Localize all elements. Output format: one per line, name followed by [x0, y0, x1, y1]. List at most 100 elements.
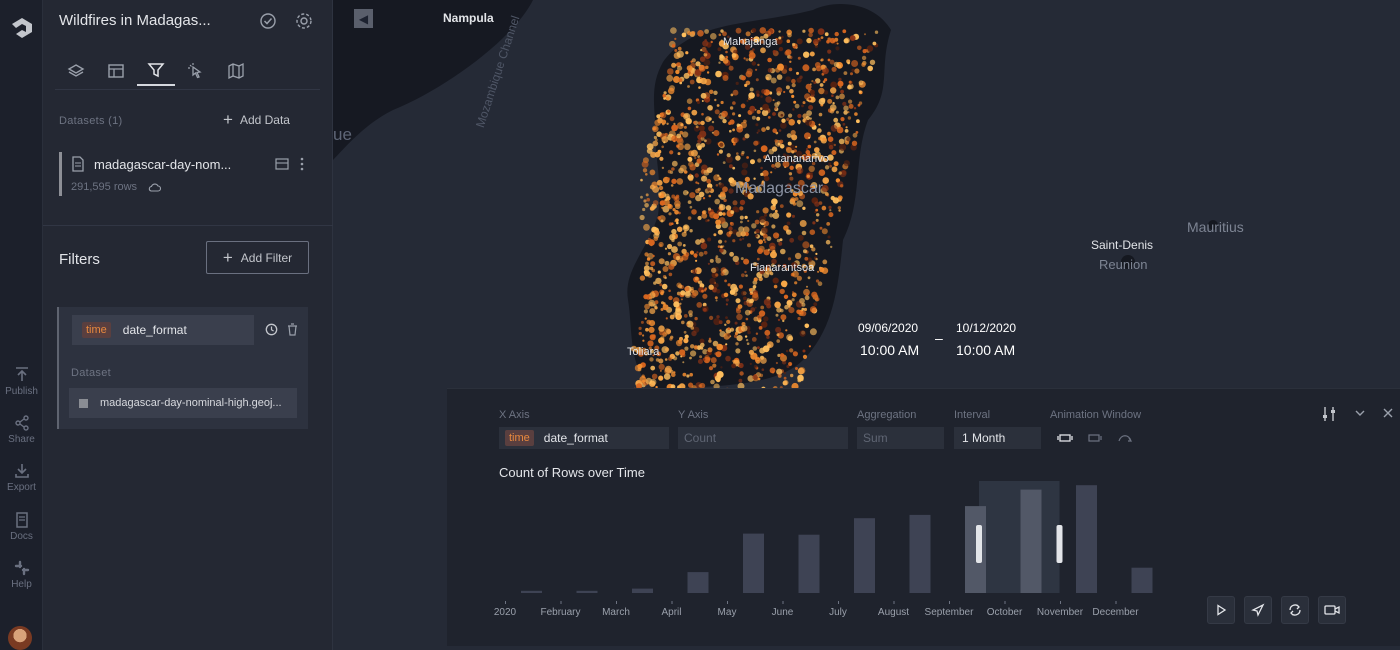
fire-point — [681, 32, 687, 38]
user-avatar[interactable] — [8, 626, 32, 650]
tab-interactions[interactable] — [177, 56, 215, 86]
tab-basemap[interactable] — [217, 56, 255, 86]
rail-share[interactable]: Share — [0, 414, 43, 445]
fire-point — [676, 314, 682, 320]
fire-point — [680, 298, 683, 301]
fire-point — [709, 315, 714, 320]
fire-point — [707, 105, 713, 111]
fire-point — [751, 223, 757, 229]
fire-point — [727, 327, 731, 330]
fire-point — [837, 195, 843, 201]
fire-point — [839, 143, 847, 151]
fire-point — [827, 131, 831, 136]
fire-point — [740, 220, 743, 224]
fire-point — [715, 377, 721, 383]
fire-point — [673, 356, 678, 361]
fire-point — [780, 308, 784, 313]
fire-point — [767, 248, 771, 251]
record-video-button[interactable] — [1318, 596, 1346, 624]
fire-point — [698, 251, 704, 257]
map-label-madagascar: Madagascar — [735, 180, 824, 197]
fire-point — [702, 197, 706, 200]
fire-point — [654, 119, 661, 126]
filter-dataset-select[interactable]: madagascar-day-nominal-high.geoj... — [69, 388, 297, 418]
fire-point — [842, 29, 847, 34]
logo-icon[interactable] — [8, 14, 36, 42]
fire-point — [735, 81, 739, 85]
fire-point — [752, 285, 757, 289]
dataset-item[interactable]: madagascar-day-nom... 291,595 rows — [59, 152, 321, 196]
more-vertical-icon[interactable] — [300, 157, 304, 171]
fire-point — [719, 329, 722, 332]
x-tick — [893, 601, 895, 604]
fire-point — [731, 363, 736, 369]
fire-point — [801, 104, 804, 108]
fire-point — [649, 266, 654, 271]
fire-point — [710, 357, 717, 364]
fire-point — [707, 207, 712, 211]
fire-point — [669, 150, 674, 155]
fire-point — [710, 379, 715, 385]
fire-point — [794, 103, 800, 109]
fire-point — [760, 47, 766, 54]
fire-point — [701, 100, 704, 102]
fire-point — [709, 258, 714, 263]
rail-docs[interactable]: Docs — [0, 511, 43, 542]
fire-point — [820, 36, 824, 39]
tab-filters[interactable] — [137, 56, 175, 86]
brush-handle-left[interactable] — [976, 525, 982, 563]
fire-point — [823, 90, 829, 95]
brush-handle-right[interactable] — [1056, 525, 1063, 563]
table-icon[interactable] — [275, 158, 289, 170]
fire-point — [707, 187, 712, 192]
fire-point — [824, 32, 829, 37]
fire-point — [790, 130, 796, 136]
tab-layout[interactable] — [97, 56, 135, 86]
histogram-bar — [687, 572, 709, 593]
time-filter-panel: X Axis time date_format Y Axis Count Agg… — [447, 388, 1400, 646]
fire-point — [689, 73, 693, 77]
plus-icon: + — [223, 110, 233, 129]
play-button[interactable] — [1207, 596, 1235, 624]
trash-icon[interactable] — [287, 323, 298, 336]
speed-button[interactable] — [1244, 596, 1272, 624]
fire-point — [811, 291, 818, 298]
video-camera-icon — [1324, 605, 1340, 615]
rail-help[interactable]: Help — [0, 559, 43, 590]
fire-point — [719, 114, 722, 117]
map-title[interactable]: Wildfires in Madagas... — [59, 12, 211, 29]
clock-icon[interactable] — [265, 323, 278, 336]
fire-point — [861, 55, 867, 61]
gear-icon[interactable] — [295, 12, 313, 30]
filter-field-select[interactable]: time date_format — [72, 315, 254, 345]
fire-point — [675, 69, 680, 75]
tab-layers[interactable] — [57, 56, 95, 86]
histogram-bar — [965, 506, 986, 593]
add-data-button[interactable]: + Add Data — [223, 110, 290, 129]
fire-point — [637, 367, 642, 372]
fire-point — [715, 219, 721, 226]
save-check-icon[interactable] — [259, 12, 277, 30]
fire-point — [659, 112, 667, 119]
fire-point — [642, 334, 645, 337]
fire-point — [806, 174, 810, 178]
fire-point — [716, 153, 720, 156]
fire-point — [802, 354, 808, 359]
start-time: 10:00 AM — [860, 342, 920, 358]
loop-button[interactable] — [1281, 596, 1309, 624]
collapse-panel-button[interactable]: ◀ — [354, 9, 373, 28]
fire-point — [832, 102, 835, 105]
fire-point — [698, 86, 701, 89]
fire-point — [753, 364, 758, 369]
selection-brush[interactable] — [979, 481, 1060, 593]
fire-point — [756, 359, 760, 364]
fire-point — [772, 212, 780, 220]
fire-point — [843, 110, 848, 115]
fire-point — [694, 156, 697, 160]
fire-point — [787, 32, 792, 38]
fire-point — [683, 125, 687, 129]
rail-publish[interactable]: Publish — [0, 366, 43, 397]
add-filter-button[interactable]: + Add Filter — [206, 241, 309, 274]
rail-export[interactable]: Export — [0, 462, 43, 493]
fire-point — [806, 37, 812, 44]
